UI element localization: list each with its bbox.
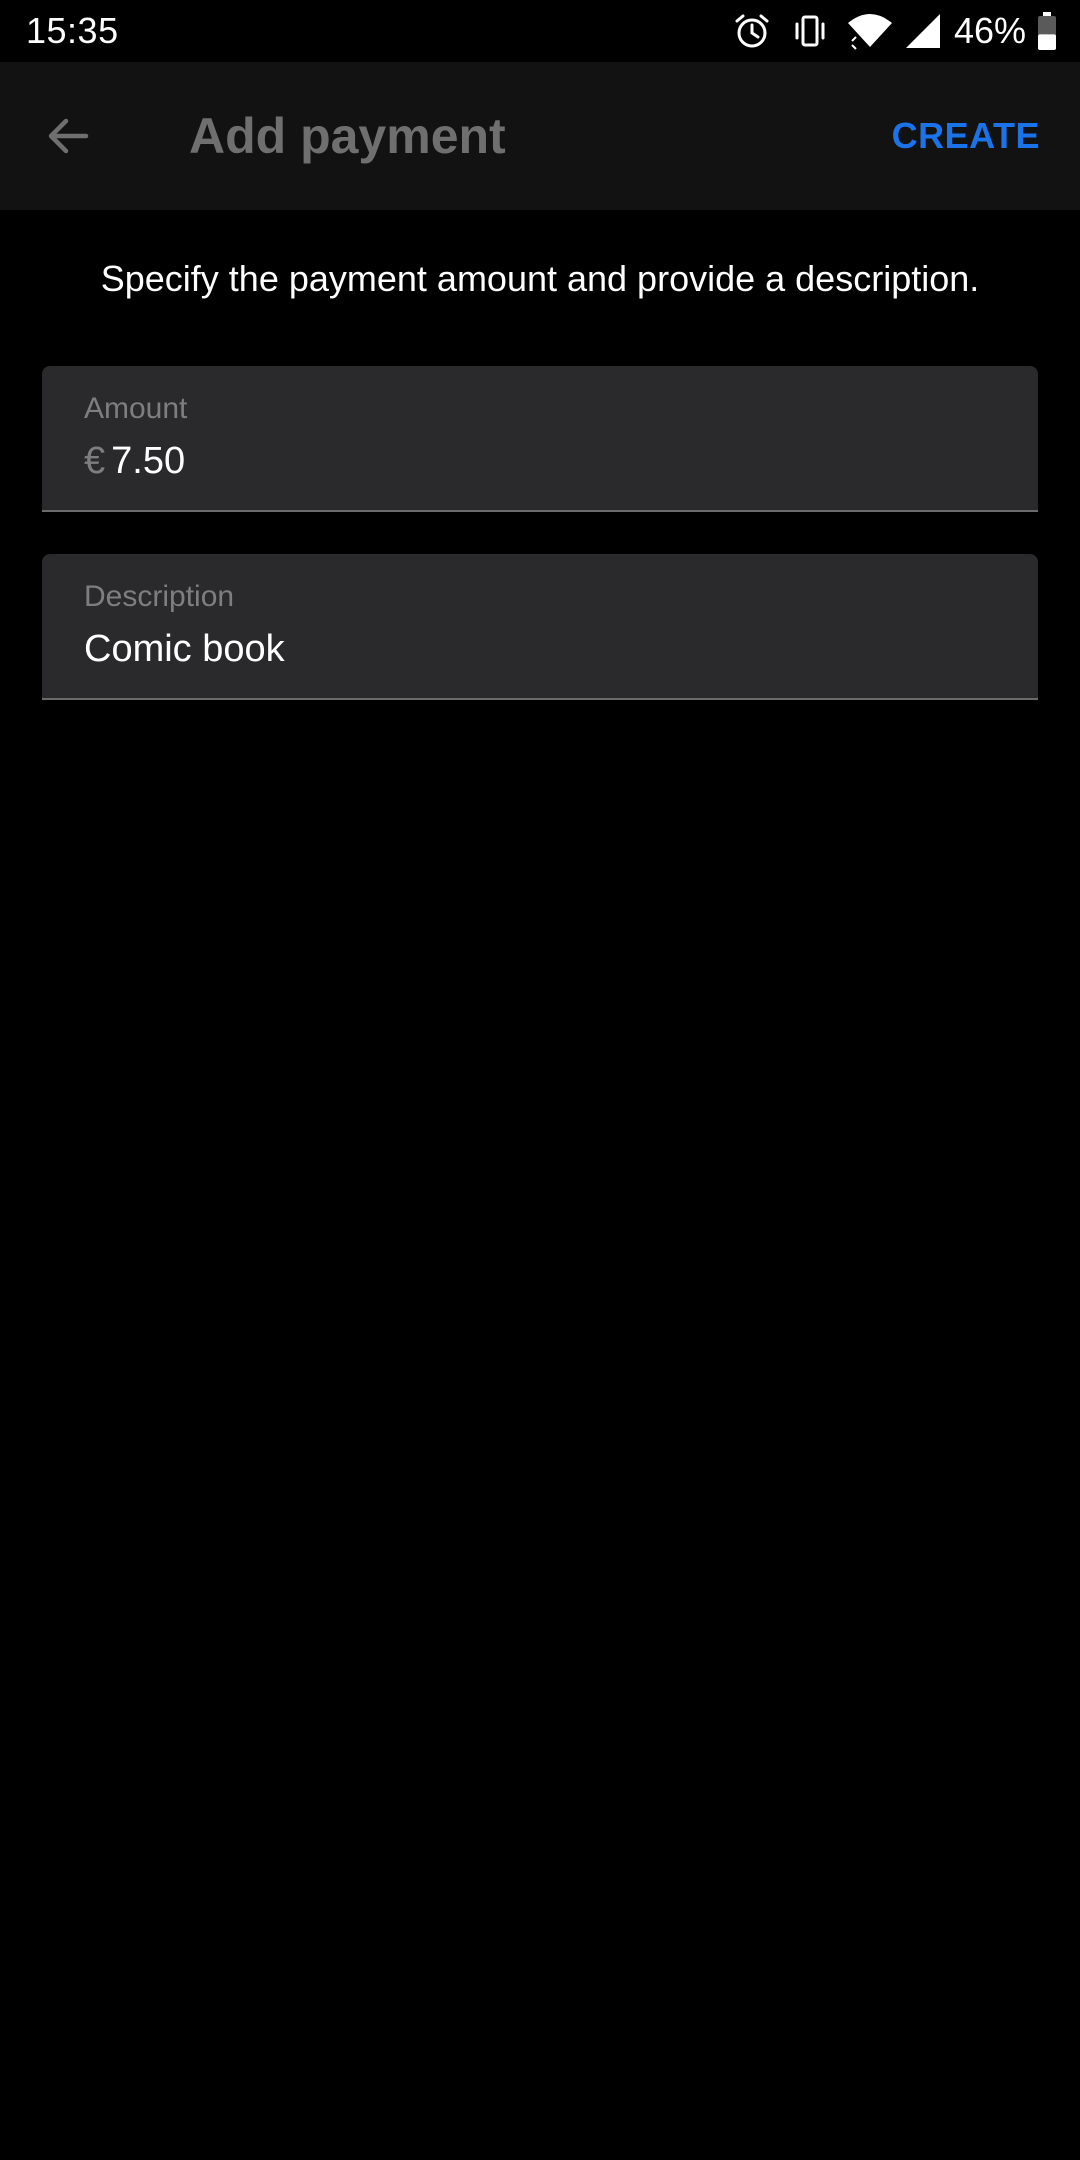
back-button[interactable] bbox=[30, 98, 106, 174]
status-icons: 46% bbox=[732, 8, 1058, 54]
description-value: Comic book bbox=[84, 628, 285, 670]
instruction-text: Specify the payment amount and provide a… bbox=[100, 258, 980, 299]
app-bar: Add payment CREATE bbox=[0, 62, 1080, 210]
wifi-icon bbox=[846, 11, 894, 51]
battery-percent: 46% bbox=[953, 10, 1026, 51]
description-label: Description bbox=[84, 580, 235, 613]
battery-icon bbox=[1036, 11, 1058, 51]
cell-signal-icon bbox=[904, 12, 942, 50]
amount-value: 7.50 bbox=[111, 440, 186, 482]
currency-prefix: € bbox=[84, 440, 106, 482]
page-title: Add payment bbox=[189, 108, 506, 164]
alarm-icon bbox=[732, 11, 772, 51]
arrow-back-icon bbox=[44, 112, 92, 160]
amount-field[interactable]: Amount € 7.50 bbox=[42, 366, 1038, 512]
amount-label: Amount bbox=[84, 392, 188, 425]
status-bar: 15:35 46% bbox=[0, 0, 1080, 62]
amount-value-row: € 7.50 bbox=[84, 436, 185, 486]
create-button[interactable]: CREATE bbox=[892, 112, 1040, 160]
description-field[interactable]: Description Comic book bbox=[42, 554, 1038, 700]
status-time: 15:35 bbox=[26, 10, 119, 51]
vibrate-icon bbox=[790, 11, 830, 51]
